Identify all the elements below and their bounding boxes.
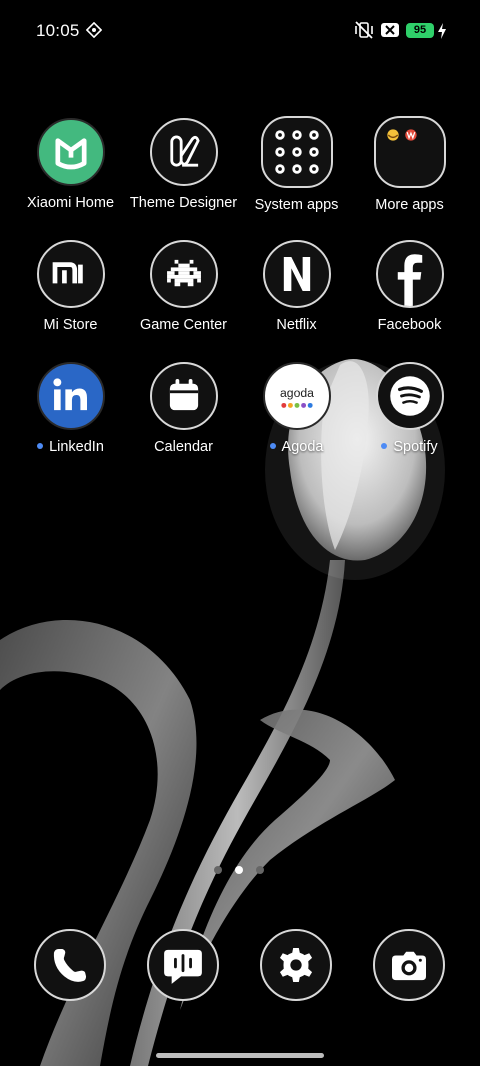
app-label: Xiaomi Home xyxy=(26,195,115,211)
app-label: Calendar xyxy=(154,439,213,455)
messages-icon[interactable] xyxy=(147,929,219,1001)
agoda-icon: agoda xyxy=(262,362,331,430)
settings-icon[interactable] xyxy=(260,929,332,1001)
new-app-dot xyxy=(381,443,388,450)
new-app-dot xyxy=(37,443,44,450)
home-gesture-bar[interactable] xyxy=(156,1053,324,1058)
camera-icon[interactable] xyxy=(373,929,445,1001)
page-dot[interactable] xyxy=(256,866,264,874)
space-invader-icon xyxy=(149,240,218,308)
folder-icon xyxy=(260,116,333,188)
page-dot[interactable] xyxy=(214,866,222,874)
mi-store-icon xyxy=(36,240,105,308)
app-label: Game Center xyxy=(139,317,228,333)
nfc-icon xyxy=(86,22,102,38)
app-spotify[interactable]: Spotify xyxy=(353,362,466,455)
app-facebook[interactable]: Facebook xyxy=(353,240,466,333)
page-dot-active[interactable] xyxy=(235,866,243,874)
app-theme-designer[interactable]: Theme Designer xyxy=(127,118,240,211)
folder-system-apps[interactable]: System apps xyxy=(240,116,353,213)
app-linkedin[interactable]: LinkedIn xyxy=(14,362,127,455)
app-netflix[interactable]: Netflix xyxy=(240,240,353,333)
vibrate-mute-icon xyxy=(355,21,373,39)
new-app-dot xyxy=(269,443,276,450)
phone-icon[interactable] xyxy=(34,929,106,1001)
facebook-icon xyxy=(375,240,444,308)
app-game-center[interactable]: Game Center xyxy=(127,240,240,333)
app-mi-store[interactable]: Mi Store xyxy=(14,240,127,333)
clock: 10:05 xyxy=(36,21,80,40)
app-agoda[interactable]: agoda Agoda xyxy=(240,362,353,455)
app-label: Netflix xyxy=(276,317,317,333)
spotify-icon xyxy=(375,362,444,430)
linkedin-icon xyxy=(36,362,105,430)
xiaomi-home-icon xyxy=(36,118,105,186)
battery-icon: 95 xyxy=(406,23,434,38)
app-label: LinkedIn xyxy=(14,439,127,455)
charging-icon xyxy=(438,23,446,39)
app-label: Agoda xyxy=(240,439,353,455)
folder-more-apps[interactable]: More apps xyxy=(353,116,466,213)
app-label: More apps xyxy=(375,197,444,213)
folder-icon xyxy=(373,116,446,188)
app-label: Facebook xyxy=(377,317,442,333)
app-label: System apps xyxy=(254,197,339,213)
no-sim-icon xyxy=(381,23,399,37)
app-label: Spotify xyxy=(353,439,466,455)
agoda-logo-text: agoda xyxy=(280,386,314,400)
theme-designer-icon xyxy=(149,118,218,186)
calendar-icon xyxy=(149,362,218,430)
app-label: Mi Store xyxy=(43,317,98,333)
page-indicator[interactable] xyxy=(214,866,268,876)
netflix-icon xyxy=(262,240,331,308)
app-calendar[interactable]: Calendar xyxy=(127,362,240,455)
app-xiaomi-home[interactable]: Xiaomi Home xyxy=(14,118,127,211)
status-bar: 10:05 95 xyxy=(0,0,480,62)
app-label: Theme Designer xyxy=(129,195,238,211)
